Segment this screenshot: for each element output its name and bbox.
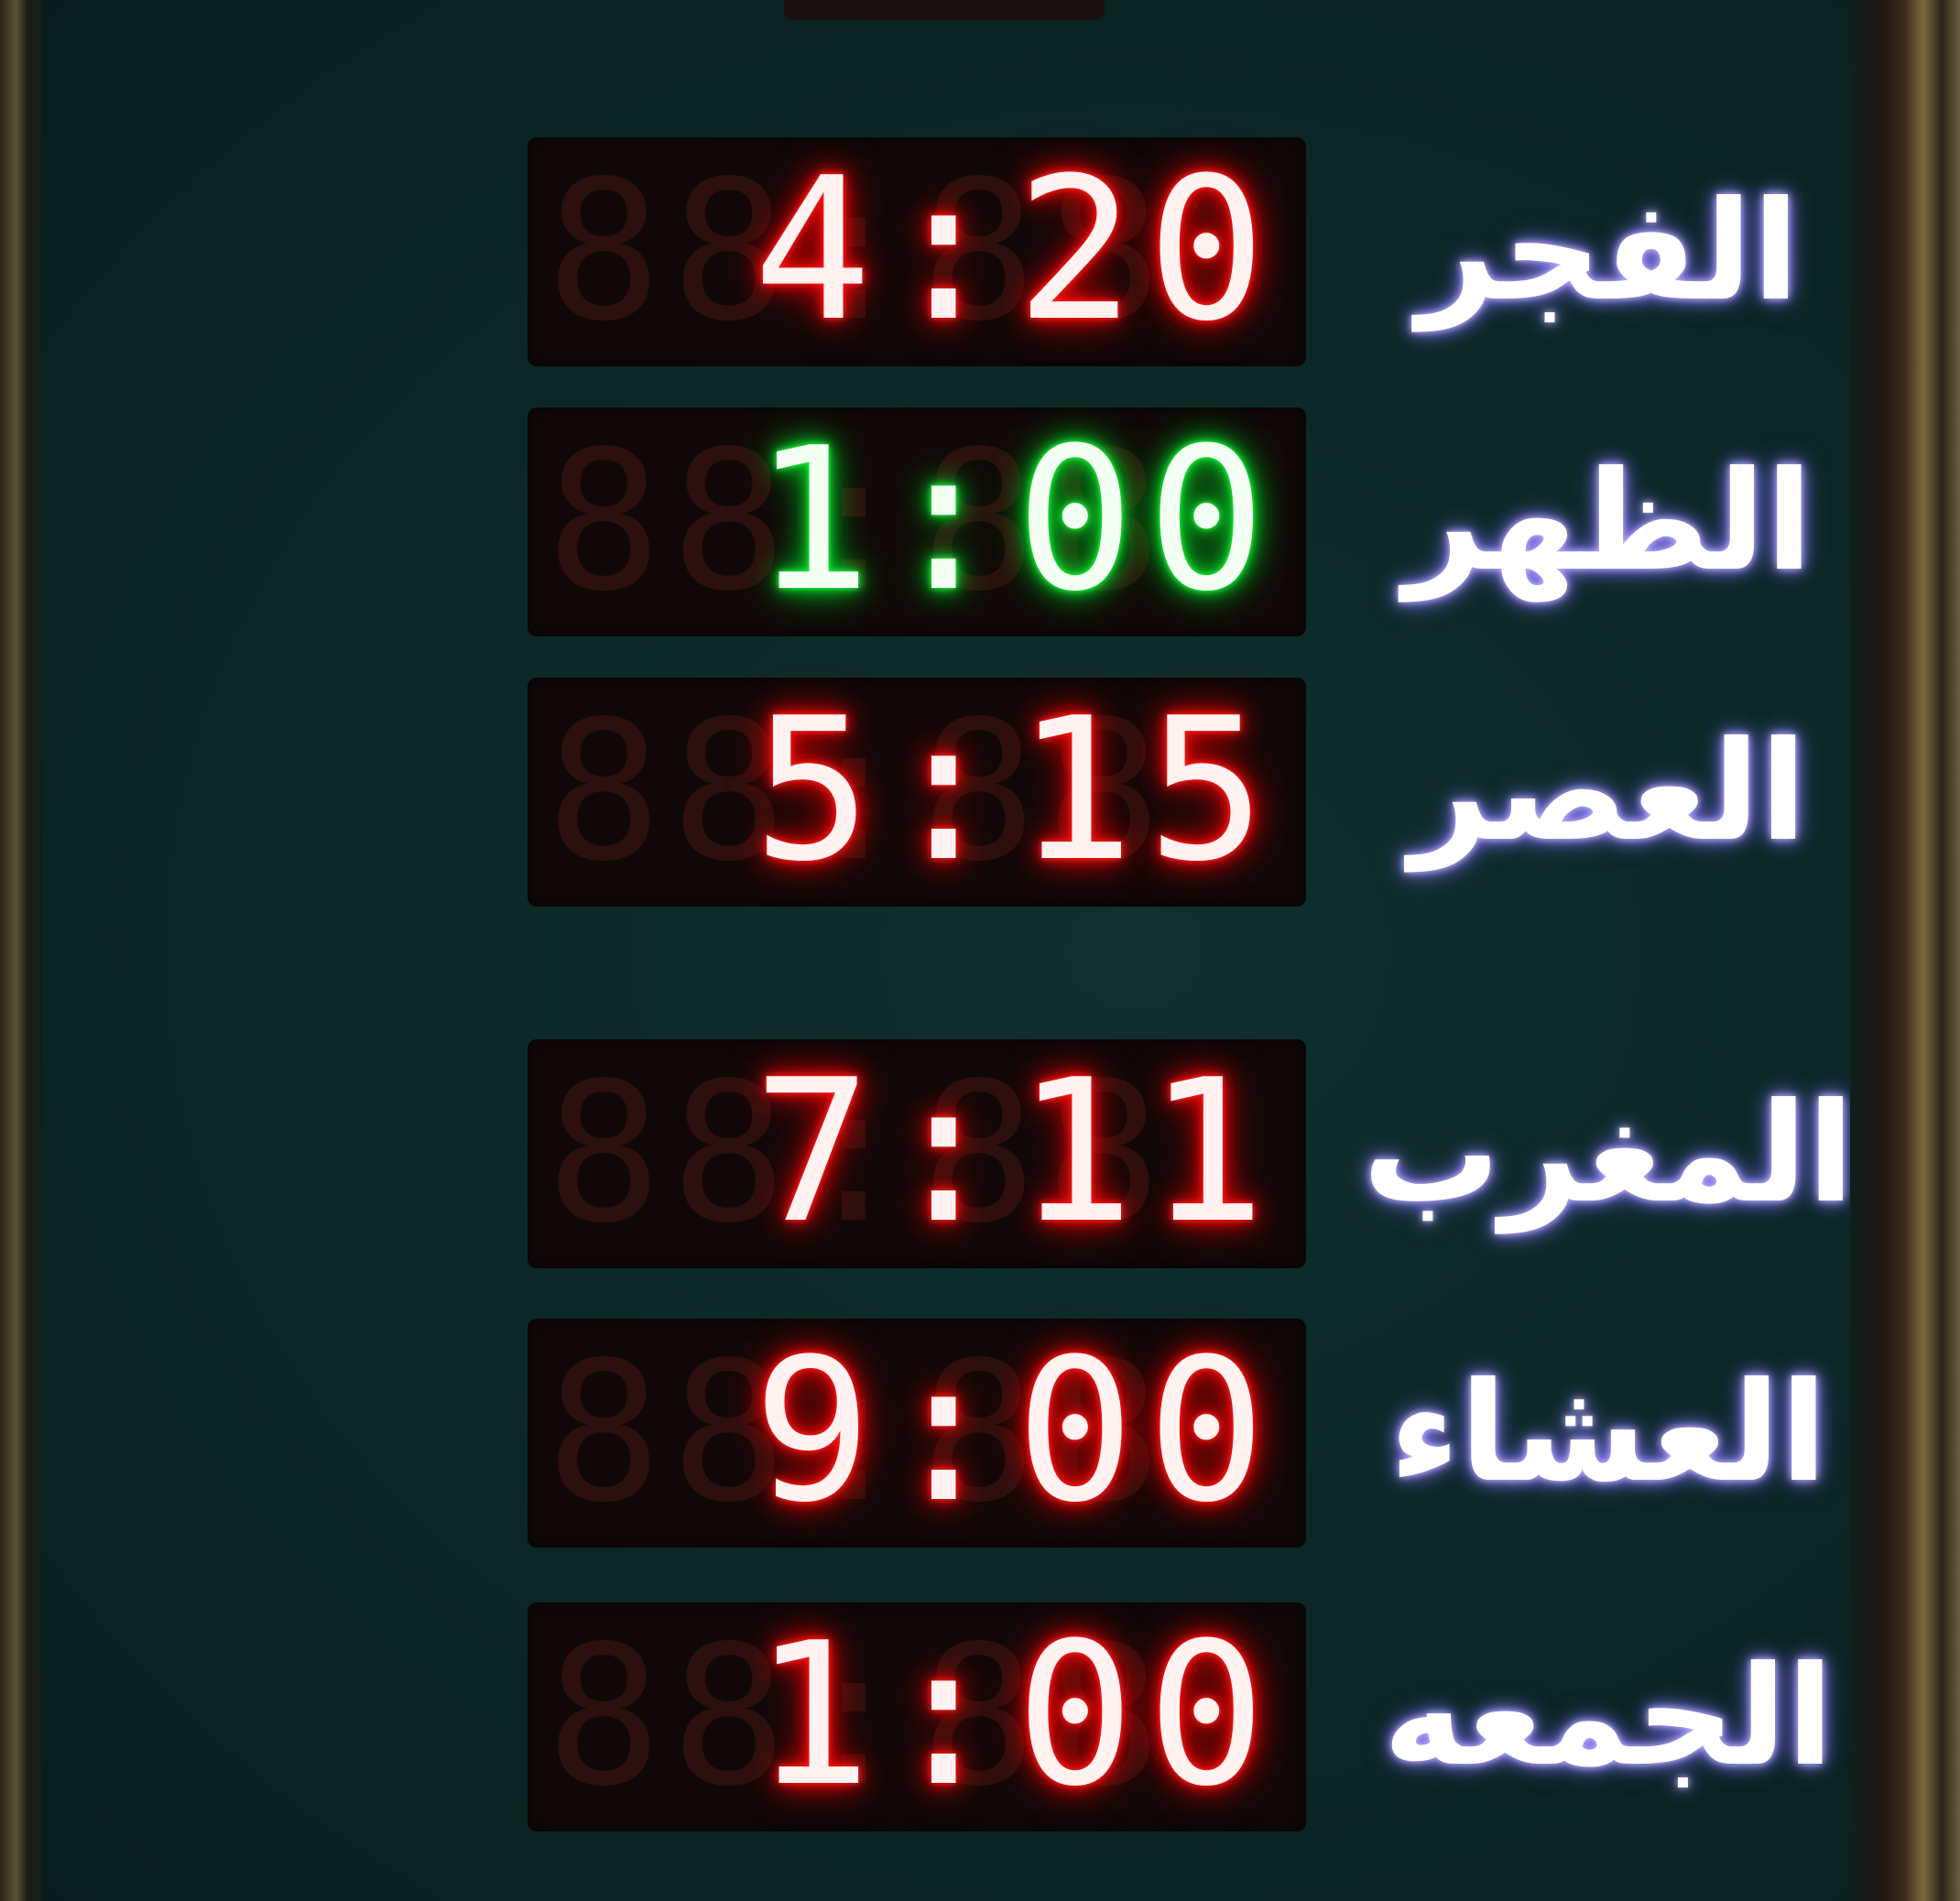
prayer-name: العصر (1410, 712, 1807, 872)
prayer-time: 7:11 (753, 1037, 1279, 1266)
led-display: 88:88 9:00 (528, 1319, 1306, 1548)
prayer-name: العشاء (1388, 1353, 1828, 1513)
prayer-row-isha: 88:88 9:00 العشاء (42, 1319, 1865, 1566)
top-mount (784, 0, 1105, 20)
prayer-time: 9:00 (753, 1316, 1279, 1546)
led-display: 88:88 1:00 (528, 1602, 1306, 1831)
led-display: 88:88 5:15 (528, 678, 1306, 907)
led-display: 88:88 4:20 (528, 137, 1306, 366)
prayer-name: الظهر (1403, 442, 1813, 602)
led-display: 88:88 1:00 (528, 407, 1306, 636)
prayer-name: المغرب (1362, 1074, 1855, 1233)
prayer-time: 5:15 (753, 675, 1279, 905)
prayer-name: الجمعه (1382, 1637, 1835, 1797)
prayer-row-dhuhr: 88:88 1:00 الظهر (42, 407, 1865, 655)
board-frame-right (1850, 0, 1960, 1901)
prayer-name: الفجر (1417, 172, 1800, 331)
prayer-row-fajr: 88:88 4:20 الفجر (42, 137, 1865, 385)
prayer-times-board: 88:88 4:20 الفجر 88:88 1:00 الظهر 88:88 … (42, 0, 1865, 1901)
prayer-row-asr: 88:88 5:15 العصر (42, 678, 1865, 925)
prayer-row-jumuah: 88:88 1:00 الجمعه (42, 1602, 1865, 1850)
prayer-time: 1:00 (753, 405, 1279, 635)
prayer-time: 1:00 (753, 1600, 1279, 1830)
prayer-row-maghrib: 88:88 7:11 المغرب (42, 1039, 1865, 1287)
led-display: 88:88 7:11 (528, 1039, 1306, 1268)
prayer-time: 4:20 (753, 135, 1279, 364)
